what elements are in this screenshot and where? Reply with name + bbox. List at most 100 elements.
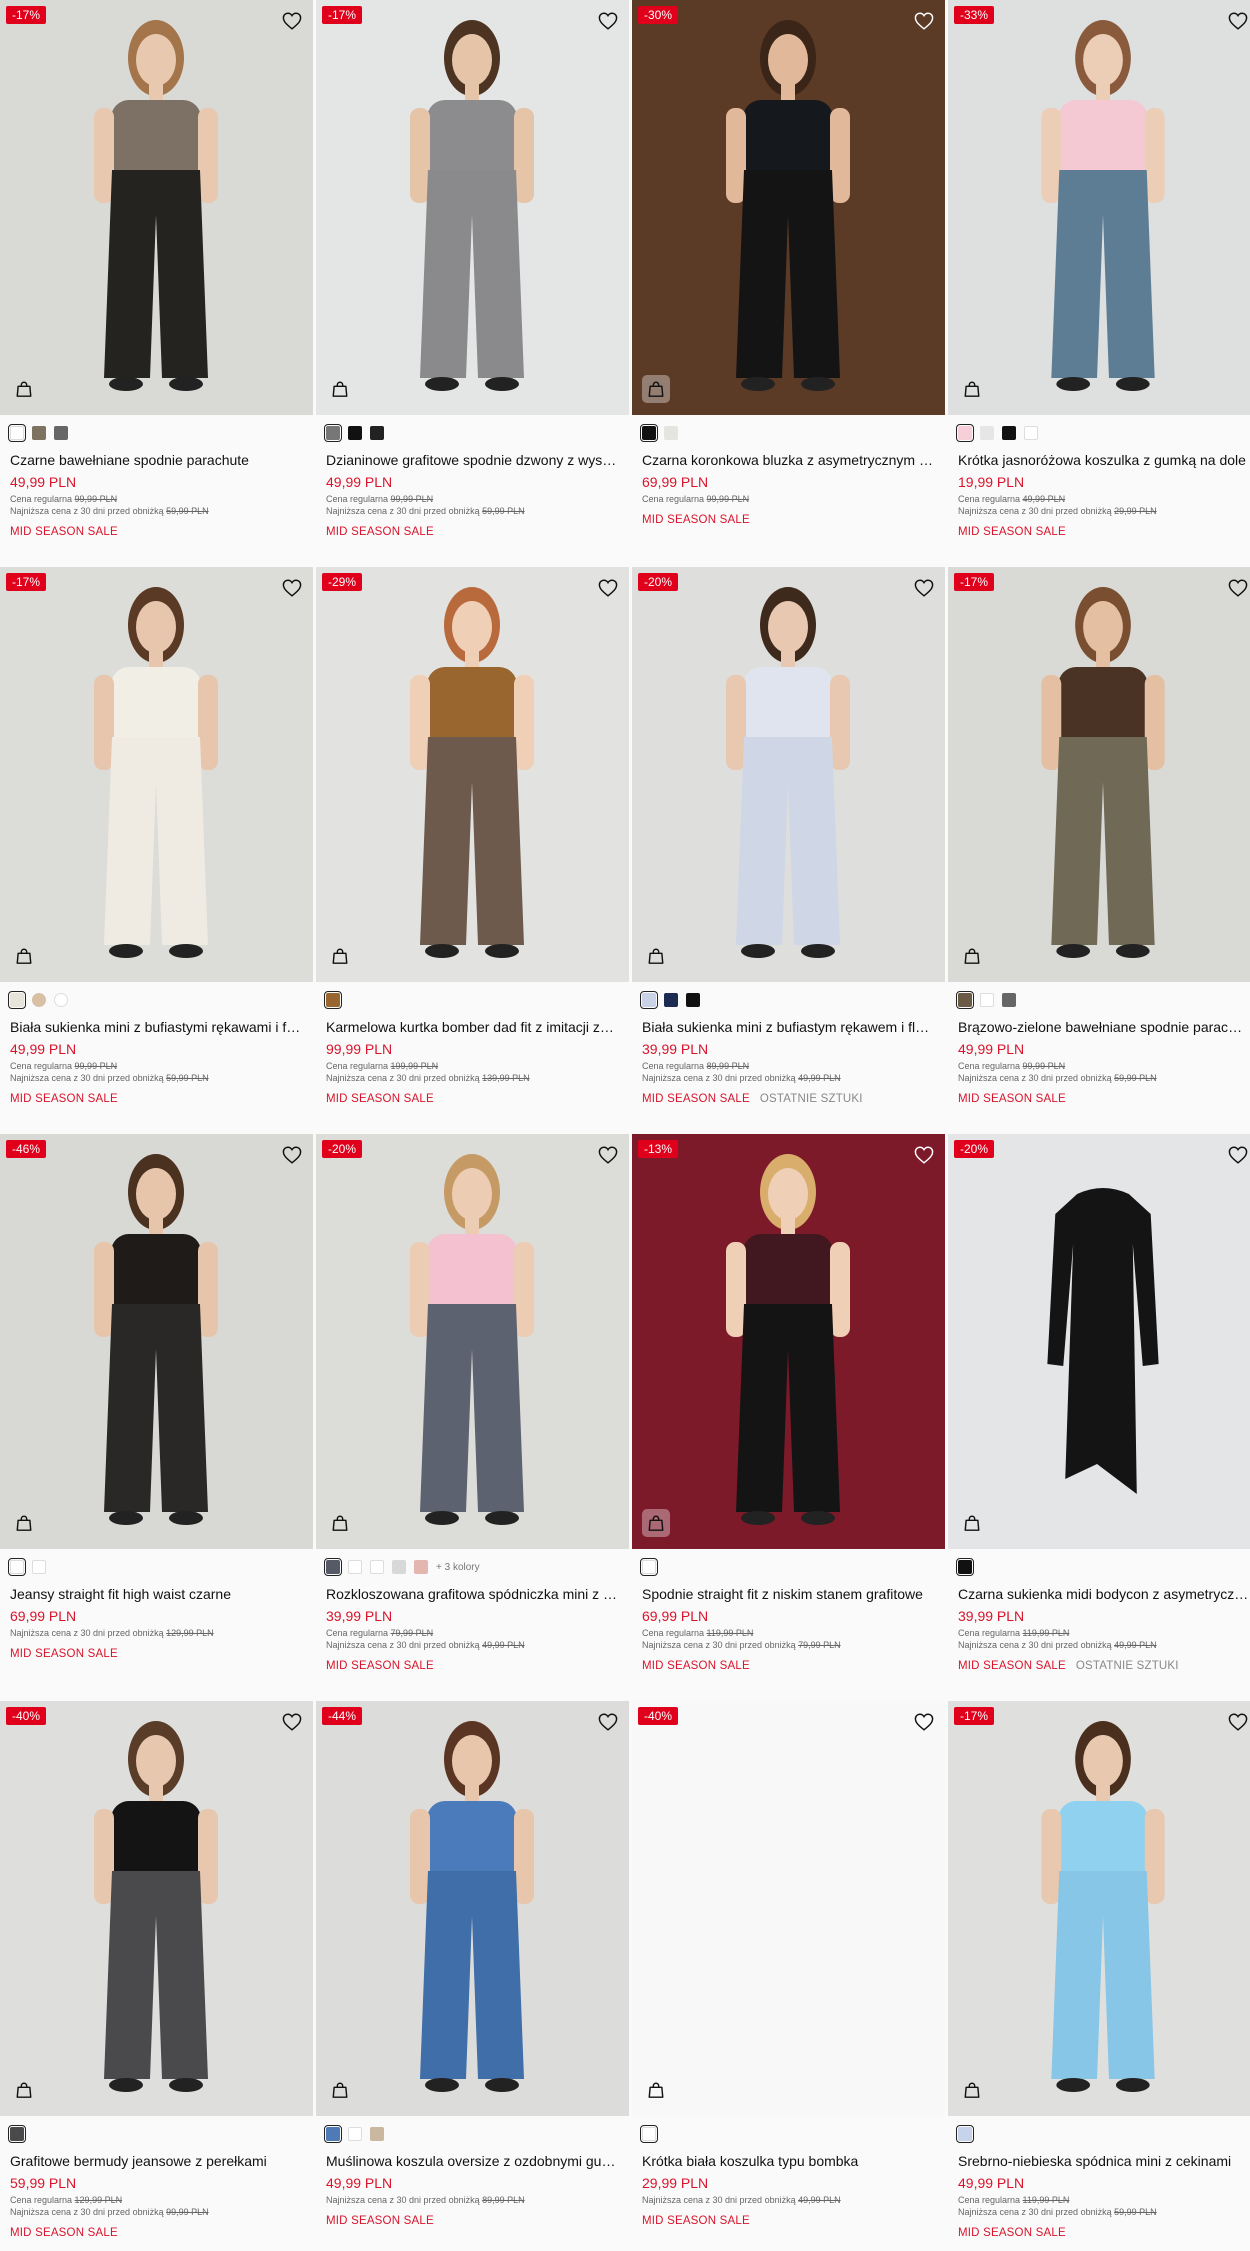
product-name[interactable]: Krótka biała koszulka typu bombka: [642, 2152, 935, 2170]
product-name[interactable]: Biała sukienka mini z bufiastym rękawem …: [642, 1018, 935, 1036]
color-swatch[interactable]: [32, 993, 46, 1007]
color-swatch[interactable]: [956, 424, 974, 442]
product-card[interactable]: -20% + 3 kolory Rozkloszowana grafitowa sp…: [316, 1134, 629, 1701]
product-image[interactable]: -40%: [632, 1701, 945, 2116]
product-name[interactable]: Grafitowe bermudy jeansowe z perełkami: [10, 2152, 303, 2170]
product-image[interactable]: -13%: [632, 1134, 945, 1549]
shopping-bag-icon[interactable]: [958, 2076, 986, 2104]
product-card[interactable]: -33% Krótka jasnoróżowa koszulka z gumką …: [948, 0, 1250, 567]
shopping-bag-icon[interactable]: [958, 1509, 986, 1537]
shopping-bag-icon[interactable]: [10, 2076, 38, 2104]
shopping-bag-icon[interactable]: [326, 375, 354, 403]
product-card[interactable]: -17% Czarne bawełniane spodnie parachute 4…: [0, 0, 313, 567]
color-swatch[interactable]: [324, 2125, 342, 2143]
color-swatch[interactable]: [8, 424, 26, 442]
shopping-bag-icon[interactable]: [958, 942, 986, 970]
color-swatch[interactable]: [640, 991, 658, 1009]
color-swatch[interactable]: [348, 1560, 362, 1574]
color-swatch[interactable]: [32, 426, 46, 440]
color-swatch[interactable]: [1024, 426, 1038, 440]
color-swatch[interactable]: [392, 1560, 406, 1574]
product-image[interactable]: -44%: [316, 1701, 629, 2116]
product-card[interactable]: -17% Dzianinowe grafitowe spodnie dzwony …: [316, 0, 629, 567]
color-swatch[interactable]: [664, 993, 678, 1007]
product-card[interactable]: -20% Biała sukienka mini z bufiastym ręka…: [632, 567, 945, 1134]
color-swatch[interactable]: [54, 426, 68, 440]
product-image[interactable]: -17%: [0, 0, 313, 415]
color-swatch[interactable]: [348, 426, 362, 440]
shopping-bag-icon[interactable]: [642, 1509, 670, 1537]
product-card[interactable]: -44% Muślinowa koszula oversize z ozdobny…: [316, 1701, 629, 2251]
shopping-bag-icon[interactable]: [10, 375, 38, 403]
shopping-bag-icon[interactable]: [642, 942, 670, 970]
product-name[interactable]: Czarna sukienka midi bodycon z asymetryc…: [958, 1585, 1249, 1603]
color-swatch[interactable]: [32, 1560, 46, 1574]
product-card[interactable]: -30% Czarna koronkowa bluzka z asymetrycz…: [632, 0, 945, 567]
shopping-bag-icon[interactable]: [642, 2076, 670, 2104]
color-swatch[interactable]: [664, 426, 678, 440]
shopping-bag-icon[interactable]: [10, 942, 38, 970]
product-name[interactable]: Czarna koronkowa bluzka z asymetrycznym …: [642, 451, 935, 469]
color-swatch[interactable]: [8, 991, 26, 1009]
product-image[interactable]: -33%: [948, 0, 1250, 415]
heart-icon[interactable]: [913, 577, 935, 599]
shopping-bag-icon[interactable]: [958, 375, 986, 403]
product-card[interactable]: -17% Brązowo-zielone bawełniane spodnie p…: [948, 567, 1250, 1134]
heart-icon[interactable]: [597, 1711, 619, 1733]
product-name[interactable]: Biała sukienka mini z bufiastymi rękawam…: [10, 1018, 303, 1036]
shopping-bag-icon[interactable]: [326, 1509, 354, 1537]
shopping-bag-icon[interactable]: [326, 942, 354, 970]
product-name[interactable]: Czarne bawełniane spodnie parachute: [10, 451, 303, 469]
product-name[interactable]: Spodnie straight fit z niskim stanem gra…: [642, 1585, 935, 1603]
heart-icon[interactable]: [1227, 10, 1249, 32]
color-swatch[interactable]: [370, 426, 384, 440]
heart-icon[interactable]: [597, 577, 619, 599]
color-swatch[interactable]: [8, 2125, 26, 2143]
product-image[interactable]: -17%: [948, 567, 1250, 982]
product-image[interactable]: -17%: [948, 1701, 1250, 2116]
product-name[interactable]: Dzianinowe grafitowe spodnie dzwony z wy…: [326, 451, 619, 469]
product-image[interactable]: -20%: [316, 1134, 629, 1549]
shopping-bag-icon[interactable]: [642, 375, 670, 403]
heart-icon[interactable]: [597, 1144, 619, 1166]
heart-icon[interactable]: [1227, 1144, 1249, 1166]
color-swatch[interactable]: [370, 1560, 384, 1574]
heart-icon[interactable]: [281, 1711, 303, 1733]
product-image[interactable]: -20%: [632, 567, 945, 982]
product-card[interactable]: -40% Grafitowe bermudy jeansowe z perełka…: [0, 1701, 313, 2251]
product-card[interactable]: -29% Karmelowa kurtka bomber dad fit z im…: [316, 567, 629, 1134]
heart-icon[interactable]: [281, 577, 303, 599]
color-swatch[interactable]: [324, 991, 342, 1009]
color-swatch[interactable]: [980, 993, 994, 1007]
heart-icon[interactable]: [913, 1144, 935, 1166]
heart-icon[interactable]: [1227, 1711, 1249, 1733]
product-name[interactable]: Karmelowa kurtka bomber dad fit z imitac…: [326, 1018, 619, 1036]
product-name[interactable]: Srebrno-niebieska spódnica mini z cekina…: [958, 2152, 1249, 2170]
shopping-bag-icon[interactable]: [326, 2076, 354, 2104]
product-card[interactable]: -46% Jeansy straight fit high waist czarn…: [0, 1134, 313, 1701]
product-name[interactable]: Muślinowa koszula oversize z ozdobnymi g…: [326, 2152, 619, 2170]
color-swatch[interactable]: [980, 426, 994, 440]
product-card[interactable]: -20% Czarna sukienka midi bodycon z asyme…: [948, 1134, 1250, 1701]
color-swatch[interactable]: [348, 2127, 362, 2141]
heart-icon[interactable]: [913, 10, 935, 32]
color-swatch[interactable]: [956, 2125, 974, 2143]
product-card[interactable]: -40% Krótka biała koszulka typu bombka 29,…: [632, 1701, 945, 2251]
product-name[interactable]: Brązowo-zielone bawełniane spodnie parac…: [958, 1018, 1249, 1036]
heart-icon[interactable]: [281, 10, 303, 32]
color-swatch[interactable]: [956, 991, 974, 1009]
product-card[interactable]: -17% Biała sukienka mini z bufiastymi ręk…: [0, 567, 313, 1134]
product-image[interactable]: -40%: [0, 1701, 313, 2116]
color-swatch[interactable]: [640, 424, 658, 442]
product-image[interactable]: -30%: [632, 0, 945, 415]
color-swatch[interactable]: [324, 1558, 342, 1576]
product-card[interactable]: -13% Spodnie straight fit z niskim stanem…: [632, 1134, 945, 1701]
heart-icon[interactable]: [1227, 577, 1249, 599]
color-swatch[interactable]: [8, 1558, 26, 1576]
color-swatch[interactable]: [640, 2125, 658, 2143]
product-name[interactable]: Krótka jasnoróżowa koszulka z gumką na d…: [958, 451, 1249, 469]
product-card[interactable]: -17% Srebrno-niebieska spódnica mini z ce…: [948, 1701, 1250, 2251]
color-swatch[interactable]: [1002, 993, 1016, 1007]
product-name[interactable]: Jeansy straight fit high waist czarne: [10, 1585, 303, 1603]
color-swatch[interactable]: [414, 1560, 428, 1574]
